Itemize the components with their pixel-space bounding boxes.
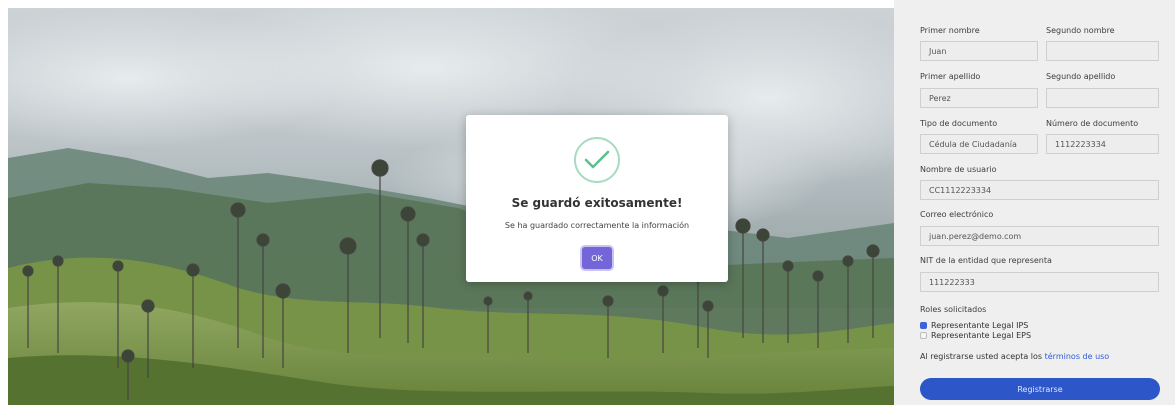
email-label: Correo electrónico [920,210,994,219]
doc-type-label: Tipo de documento [920,119,998,128]
terms-prefix: Al registrarse usted acepta los [920,352,1043,361]
doc-number-label: Número de documento [1046,119,1139,128]
doc-type-select[interactable]: Cédula de Ciudadanía [920,134,1038,154]
register-button[interactable]: Registrarse [920,378,1160,400]
nit-input[interactable]: 111222333 [920,272,1159,292]
roles-label: Roles solicitados [920,305,987,314]
dialog-title: Se guardó exitosamente! [511,196,683,210]
ok-button[interactable]: OK [582,247,612,269]
success-dialog: Se guardó exitosamente! Se ha guardado c… [466,115,728,282]
dialog-message: Se ha guardado correctamente la informac… [504,221,690,230]
first-surname-label: Primer apellido [920,72,981,81]
first-name-input[interactable]: Juan [920,41,1038,61]
terms-text: Al registrarse usted acepta los términos… [920,352,1109,361]
nit-label: NIT de la entidad que representa [920,256,1052,265]
role-eps-label: Representante Legal EPS [931,331,1032,340]
second-surname-label: Segundo apellido [1046,72,1116,81]
username-label: Nombre de usuario [920,165,997,174]
first-name-label: Primer nombre [920,26,980,35]
registration-panel: Primer nombre Segundo nombre Juan Primer… [894,0,1175,405]
second-name-label: Segundo nombre [1046,26,1115,35]
role-eps-checkbox[interactable] [920,332,927,339]
second-surname-input[interactable] [1046,88,1159,108]
username-input[interactable]: CC1112223334 [920,180,1159,200]
terms-link[interactable]: términos de uso [1045,352,1110,361]
first-surname-input[interactable]: Perez [920,88,1038,108]
email-input[interactable]: juan.perez@demo.com [920,226,1159,246]
check-icon [584,150,610,169]
success-check-circle [574,137,620,183]
doc-number-input[interactable]: 1112223334 [1046,134,1159,154]
second-name-input[interactable] [1046,41,1159,61]
role-ips-checkbox[interactable] [920,322,927,329]
role-ips-label: Representante Legal IPS [931,321,1029,330]
